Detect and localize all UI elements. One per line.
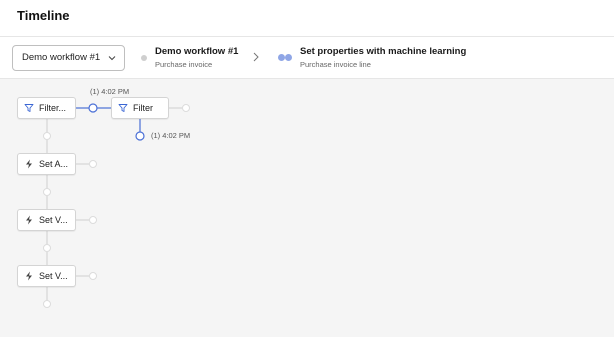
step-workflow[interactable]: Demo workflow #1 Purchase invoice [155, 46, 238, 69]
page-title: Timeline [17, 8, 70, 23]
node-filter-2[interactable]: Filter [111, 97, 169, 119]
workflow-select[interactable]: Demo workflow #1 [12, 45, 125, 71]
node-filter-1[interactable]: Filter... [17, 97, 76, 119]
node-label: Set A... [39, 159, 69, 169]
node-label: Set V... [39, 215, 68, 225]
bolt-icon [26, 271, 32, 281]
timestamp-label: (1) 4:02 PM [151, 131, 191, 140]
node-set-v-1[interactable]: Set V... [17, 209, 76, 231]
chevron-down-icon [108, 56, 116, 61]
node-label: Filter [133, 103, 153, 113]
workflow-select-value: Demo workflow #1 [22, 52, 101, 63]
step-status-dot [141, 55, 147, 61]
step-name: Demo workflow #1 [155, 46, 239, 57]
step-name: Set properties with machine learning [300, 46, 467, 57]
step-ml-dots-icon [278, 54, 292, 61]
step-subtitle: Purchase invoice [155, 60, 213, 69]
bolt-icon [26, 215, 32, 225]
chevron-right-icon [253, 52, 259, 62]
filter-icon [118, 104, 128, 112]
node-label: Filter... [39, 103, 67, 113]
header: Timeline [0, 0, 614, 37]
step-subtitle: Purchase invoice line [300, 60, 371, 69]
node-set-a[interactable]: Set A... [17, 153, 76, 175]
node-set-v-2[interactable]: Set V... [17, 265, 76, 287]
filter-icon [24, 104, 34, 112]
connectors [43, 103, 190, 308]
node-label: Set V... [39, 271, 68, 281]
step-ml[interactable]: Set properties with machine learning Pur… [300, 46, 466, 69]
bolt-icon [26, 159, 32, 169]
timestamp-label: (1) 4:02 PM [90, 87, 130, 96]
timeline-canvas[interactable]: (1) 4:02 PM (1) 4:02 PM Filter... Filter… [0, 79, 614, 337]
